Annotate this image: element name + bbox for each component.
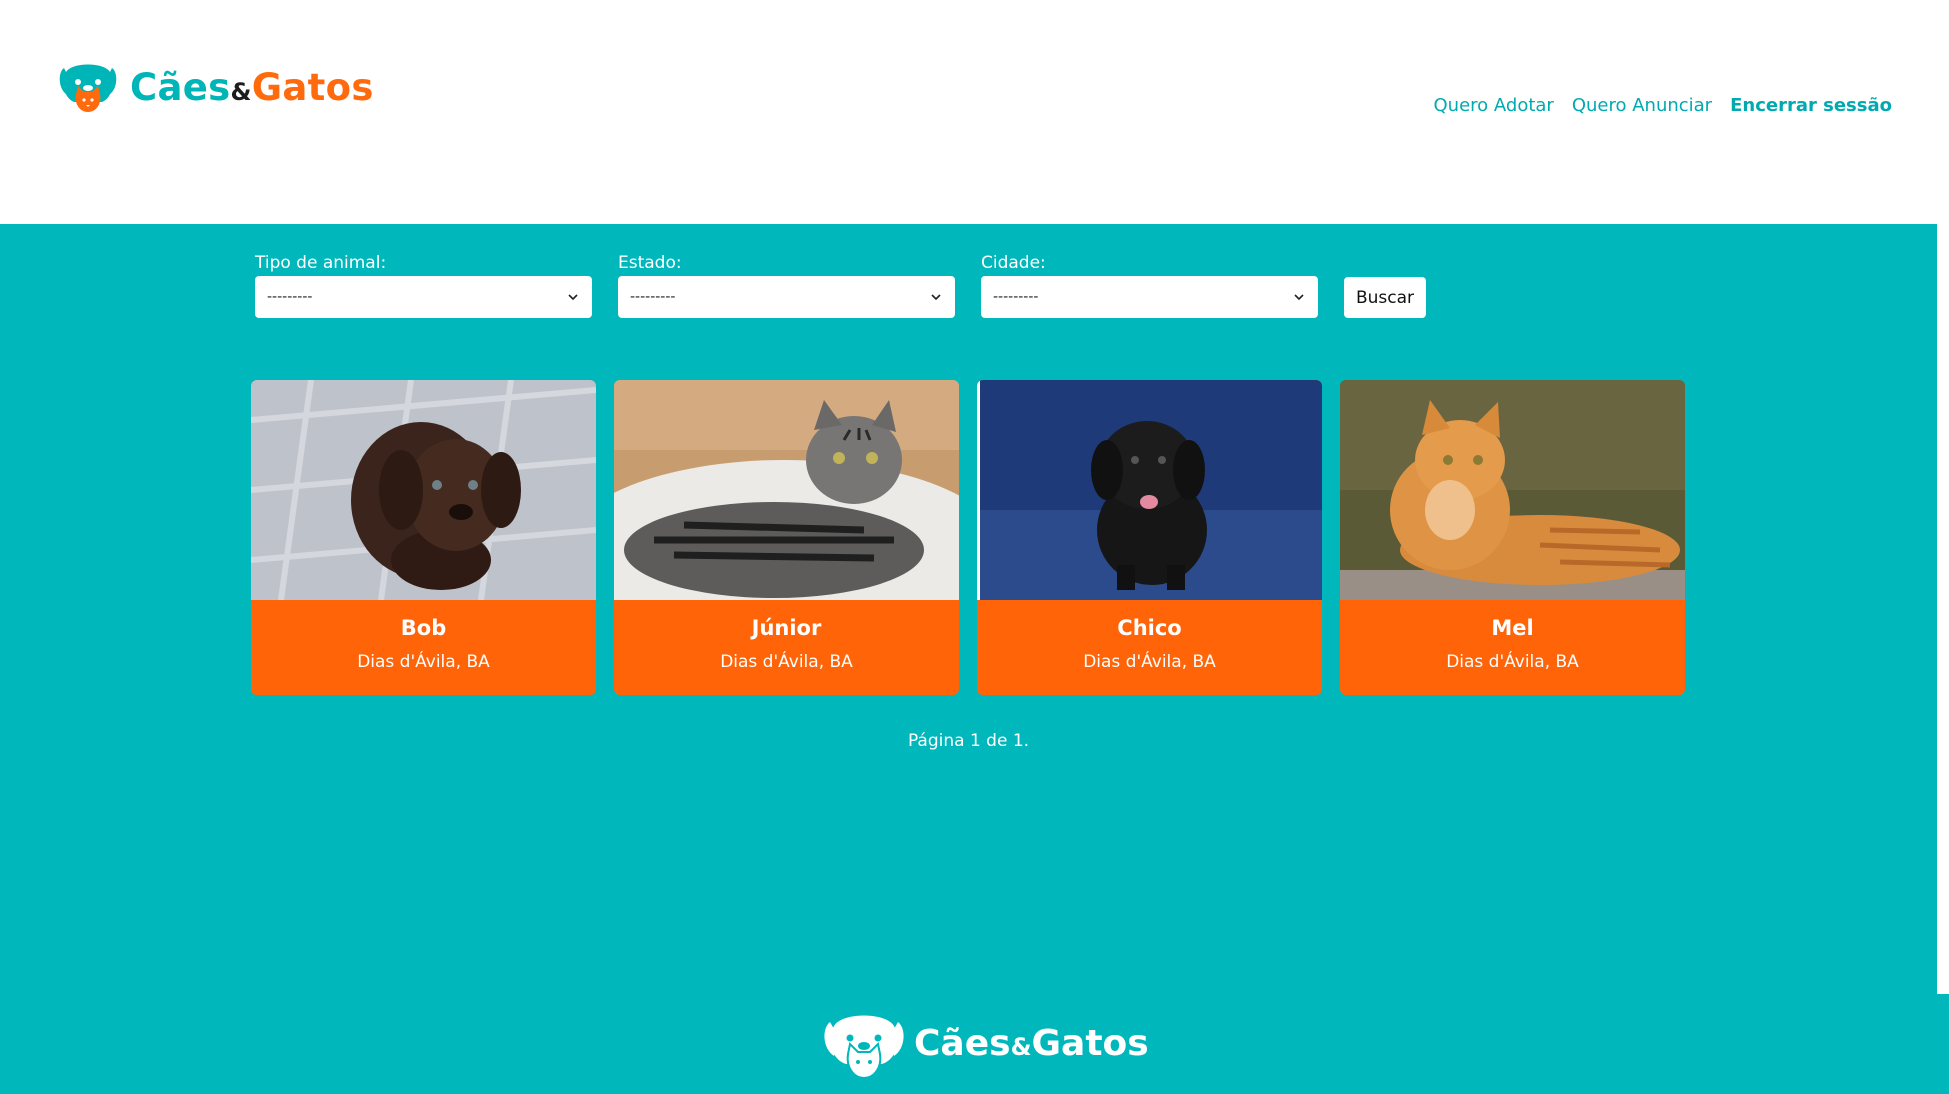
nav-logout-link[interactable]: Encerrar sessão <box>1730 95 1892 116</box>
pet-photo <box>614 380 959 600</box>
chevron-down-icon <box>568 294 578 301</box>
footer-brand-name: Cães&Gatos <box>914 1026 1149 1062</box>
pet-location: Dias d'Ávila, BA <box>720 652 853 672</box>
chevron-down-icon <box>931 294 941 301</box>
pet-logo-icon <box>59 64 117 112</box>
pagination-text: Página 1 de 1. <box>907 731 1030 751</box>
animal-type-select[interactable]: --------- <box>255 276 592 318</box>
pet-card[interactable]: Chico Dias d'Ávila, BA <box>977 380 1322 695</box>
pet-name: Chico <box>1117 616 1182 640</box>
footer-logo[interactable]: Cães&Gatos <box>820 1008 1149 1080</box>
footer-brand-part1: Cães <box>914 1023 1011 1064</box>
nav-advertise-link[interactable]: Quero Anunciar <box>1572 95 1712 116</box>
pet-card[interactable]: Mel Dias d'Ávila, BA <box>1340 380 1685 695</box>
pet-photo <box>251 380 596 600</box>
pet-location: Dias d'Ávila, BA <box>1083 652 1216 672</box>
state-label: Estado: <box>618 253 682 273</box>
pet-name: Júnior <box>751 616 822 640</box>
footer-brand-ampersand: & <box>1010 1033 1032 1061</box>
city-filter: Cidade: --------- <box>981 253 1318 318</box>
state-value: --------- <box>630 289 676 305</box>
pet-name: Bob <box>400 616 447 640</box>
page-edge <box>1937 224 1949 994</box>
pet-logo-icon <box>824 1015 904 1080</box>
pet-photo <box>977 380 1322 600</box>
pet-card-list: Bob Dias d'Ávila, BA Júnior Dias d'Ávila… <box>251 380 1685 695</box>
state-filter: Estado: --------- <box>618 253 955 318</box>
animal-type-filter: Tipo de animal: --------- <box>255 253 592 318</box>
state-select[interactable]: --------- <box>618 276 955 318</box>
pet-card[interactable]: Bob Dias d'Ávila, BA <box>251 380 596 695</box>
pet-location: Dias d'Ávila, BA <box>1446 652 1579 672</box>
brand-logo[interactable]: Cães&Gatos <box>56 58 374 116</box>
animal-type-value: --------- <box>267 289 313 305</box>
brand-name-part1: Cães <box>130 65 231 109</box>
pet-location: Dias d'Ávila, BA <box>357 652 490 672</box>
pet-card[interactable]: Júnior Dias d'Ávila, BA <box>614 380 959 695</box>
filter-bar: Tipo de animal: --------- Estado: ------… <box>255 253 1344 318</box>
footer-brand-part2: Gatos <box>1031 1023 1149 1064</box>
city-select[interactable]: --------- <box>981 276 1318 318</box>
city-label: Cidade: <box>981 253 1046 273</box>
brand-ampersand: & <box>230 77 252 106</box>
search-button[interactable]: Buscar <box>1344 277 1426 318</box>
pet-photo <box>1340 380 1685 600</box>
nav-adopt-link[interactable]: Quero Adotar <box>1434 95 1554 116</box>
main-nav: Quero Adotar Quero Anunciar Encerrar ses… <box>1434 95 1893 116</box>
chevron-down-icon <box>1294 294 1304 301</box>
animal-type-label: Tipo de animal: <box>255 253 387 273</box>
city-value: --------- <box>993 289 1039 305</box>
pet-name: Mel <box>1491 616 1534 640</box>
brand-name-part2: Gatos <box>251 65 374 109</box>
main-content: Tipo de animal: --------- Estado: ------… <box>0 224 1937 994</box>
site-header: Cães&Gatos Quero Adotar Quero Anunciar E… <box>0 0 1949 224</box>
brand-name: Cães&Gatos <box>130 69 374 106</box>
